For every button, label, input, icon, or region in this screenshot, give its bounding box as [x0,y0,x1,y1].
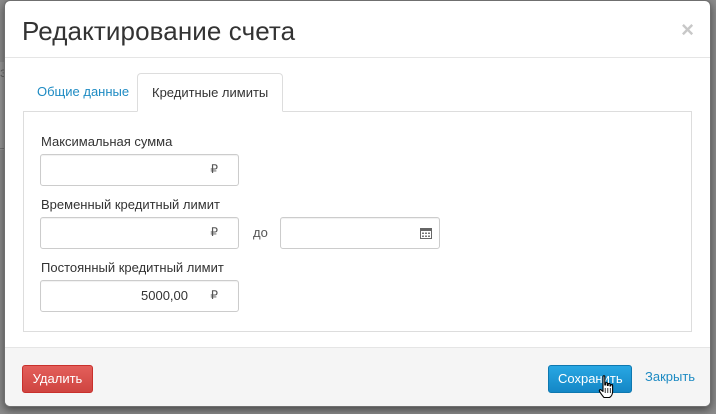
edit-account-modal: Редактирование счета × Общие данные Кред… [4,0,711,407]
tab-credit-limits[interactable]: Кредитные лимиты [137,73,284,112]
ruble-icon: ₽ [210,225,218,239]
ruble-icon: ₽ [210,288,218,302]
permanent-limit-value: 5000,00 [141,288,188,303]
close-link[interactable]: Закрыть [645,369,695,384]
permanent-limit-label: Постоянный кредитный лимит [41,260,224,275]
ruble-icon: ₽ [210,162,218,176]
max-amount-input[interactable]: ₽ [40,154,239,186]
temp-limit-date-input[interactable] [280,217,440,249]
modal-header: Редактирование счета × [5,1,710,58]
until-label: до [253,225,268,240]
permanent-limit-input[interactable]: 5000,00 ₽ [40,280,239,312]
hand-pointer-icon [598,375,614,399]
temp-limit-label: Временный кредитный лимит [41,197,220,212]
modal-title: Редактирование счета [22,16,296,46]
calendar-icon[interactable] [420,227,432,239]
tab-bar: Общие данные Кредитные лимиты [23,73,693,112]
save-button[interactable]: Сохранить [548,365,632,393]
max-amount-label: Максимальная сумма [41,134,173,149]
credit-limits-panel: Максимальная сумма ₽ Временный кредитный… [23,111,692,332]
temp-limit-input[interactable]: ₽ [40,217,239,249]
close-icon[interactable]: × [681,19,694,41]
tab-general-data[interactable]: Общие данные [23,73,143,110]
delete-button[interactable]: Удалить [22,365,93,393]
